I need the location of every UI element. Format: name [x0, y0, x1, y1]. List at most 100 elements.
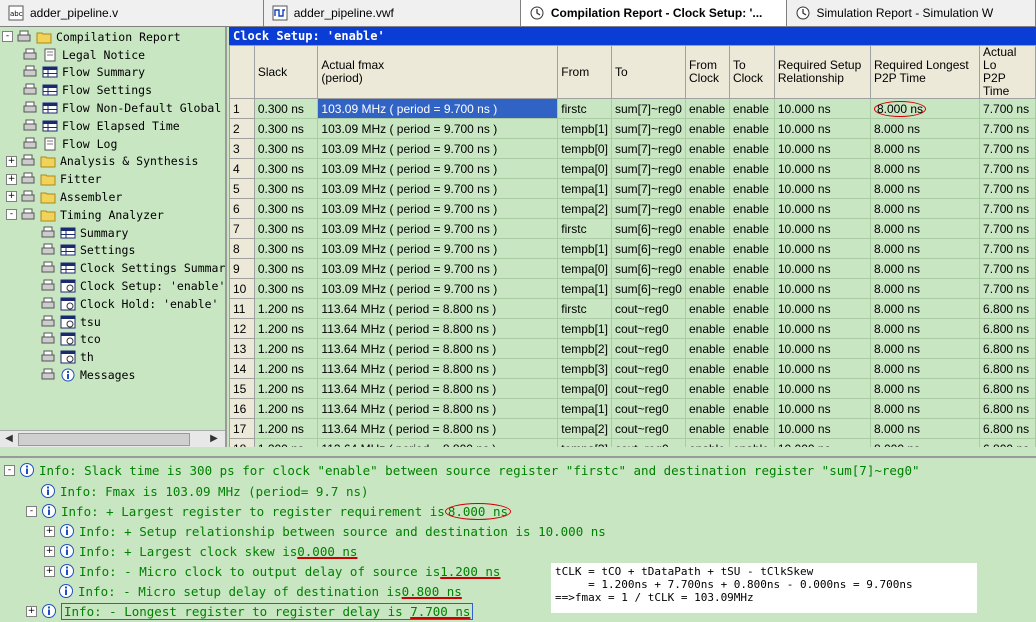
table-row[interactable]: 30.300 ns103.09 MHz ( period = 9.700 ns … — [230, 139, 1036, 159]
table-cell: 6.800 ns — [980, 419, 1036, 439]
tab-adder-pipeline-vwf[interactable]: adder_pipeline.vwf — [264, 0, 521, 26]
tree-horizontal-scrollbar[interactable]: ◀ ▶ — [0, 430, 225, 447]
message-line[interactable]: + Info: - Micro clock to output delay of… — [44, 561, 500, 581]
column-header[interactable]: From — [558, 46, 612, 99]
table-row[interactable]: 70.300 ns103.09 MHz ( period = 9.700 ns … — [230, 219, 1036, 239]
tree-item[interactable]: Settings — [40, 242, 135, 259]
table-cell: 6.800 ns — [980, 339, 1036, 359]
table-row[interactable]: 161.200 ns113.64 MHz ( period = 8.800 ns… — [230, 399, 1036, 419]
column-header[interactable]: Required LongestP2P Time — [870, 46, 979, 99]
collapse-icon[interactable]: - — [26, 506, 37, 517]
expand-icon[interactable]: + — [6, 156, 17, 167]
scroll-thumb[interactable] — [18, 433, 190, 446]
table-row[interactable]: 100.300 ns103.09 MHz ( period = 9.700 ns… — [230, 279, 1036, 299]
tab-simulation-report[interactable]: Simulation Report - Simulation W — [787, 0, 1036, 26]
message-line[interactable]: + Info: + Setup relationship between sou… — [44, 521, 606, 541]
tree-item-label: Flow Non-Default Global — [62, 101, 221, 115]
column-header[interactable]: Actual LoP2P Time — [980, 46, 1036, 99]
expand-icon[interactable]: + — [44, 526, 55, 537]
tree-item[interactable]: Messages — [40, 366, 135, 383]
scroll-left-icon[interactable]: ◀ — [2, 432, 16, 446]
table-row[interactable]: 151.200 ns113.64 MHz ( period = 8.800 ns… — [230, 379, 1036, 399]
message-text: Info: - Longest register to register del… — [64, 604, 410, 619]
column-header[interactable]: Required SetupRelationship — [774, 46, 870, 99]
table-row[interactable]: 20.300 ns103.09 MHz ( period = 9.700 ns … — [230, 119, 1036, 139]
collapse-icon[interactable]: - — [2, 31, 13, 42]
tree-item[interactable]: th — [40, 349, 94, 366]
table-cell: sum[7]~reg0 — [611, 159, 685, 179]
table-row[interactable]: 10.300 ns103.09 MHz ( period = 9.700 ns … — [230, 99, 1036, 119]
folder-icon — [40, 208, 56, 222]
tree-item[interactable]: -Timing Analyzer — [6, 206, 164, 223]
info-icon — [40, 483, 56, 499]
tree-item[interactable]: Summary — [40, 224, 128, 241]
tab-compilation-report[interactable]: Compilation Report - Clock Setup: '... — [521, 0, 787, 26]
tab-adder-pipeline-v[interactable]: abc adder_pipeline.v — [0, 0, 264, 26]
tree-item[interactable]: tsu — [40, 313, 101, 330]
table-icon — [60, 226, 76, 240]
table-cell: 103.09 MHz ( period = 9.700 ns ) — [318, 139, 558, 159]
column-header-label: P2P Time — [874, 72, 976, 85]
tree-item[interactable]: Flow Summary — [22, 64, 145, 81]
table-row[interactable]: 171.200 ns113.64 MHz ( period = 8.800 ns… — [230, 419, 1036, 439]
table-row[interactable]: 90.300 ns103.09 MHz ( period = 9.700 ns … — [230, 259, 1036, 279]
tree-item[interactable]: Legal Notice — [22, 46, 145, 63]
table-row[interactable]: 60.300 ns103.09 MHz ( period = 9.700 ns … — [230, 199, 1036, 219]
tree-item[interactable]: tco — [40, 331, 101, 348]
tree-item[interactable]: Clock Settings Summar — [40, 260, 225, 277]
table-cell: 8.000 ns — [870, 199, 979, 219]
message-text: Info: - Micro setup delay of destination… — [78, 584, 402, 599]
printer-icon — [20, 208, 36, 222]
message-line[interactable]: + Info: + Largest clock skew is 0.000 ns — [44, 541, 357, 561]
expand-icon[interactable]: + — [44, 566, 55, 577]
tree-item[interactable]: +Assembler — [6, 188, 122, 205]
tree-item[interactable]: Clock Setup: 'enable' — [40, 277, 225, 294]
tree-item[interactable]: Flow Elapsed Time — [22, 117, 180, 134]
tree-item[interactable]: +Fitter — [6, 171, 102, 188]
column-header[interactable]: ToClock — [729, 46, 774, 99]
expand-icon[interactable]: + — [26, 606, 37, 617]
table-row[interactable]: 111.200 ns113.64 MHz ( period = 8.800 ns… — [230, 299, 1036, 319]
table-row[interactable]: 80.300 ns103.09 MHz ( period = 9.700 ns … — [230, 239, 1036, 259]
table-cell: 10.000 ns — [774, 399, 870, 419]
table-row[interactable]: 131.200 ns113.64 MHz ( period = 8.800 ns… — [230, 339, 1036, 359]
table-row[interactable]: 141.200 ns113.64 MHz ( period = 8.800 ns… — [230, 359, 1036, 379]
column-header[interactable]: To — [611, 46, 685, 99]
tree-item[interactable]: Flow Non-Default Global — [22, 99, 221, 116]
tree-item[interactable]: Flow Settings — [22, 82, 152, 99]
table-row[interactable]: 121.200 ns113.64 MHz ( period = 8.800 ns… — [230, 319, 1036, 339]
tree-item-label: Flow Log — [62, 137, 117, 151]
tree-item[interactable]: Flow Log — [22, 135, 117, 152]
tree-root-compilation-report[interactable]: - Compilation Report — [2, 28, 181, 45]
table-icon — [42, 101, 58, 115]
expand-icon[interactable]: + — [44, 546, 55, 557]
formula-line: = 1.200ns + 7.700ns + 0.800ns - 0.000ns … — [555, 578, 973, 591]
table-cell: 113.64 MHz ( period = 8.800 ns ) — [318, 399, 558, 419]
message-line[interactable]: + Info: - Longest register to register d… — [26, 601, 473, 621]
message-line[interactable]: Info: - Micro setup delay of destination… — [58, 581, 462, 601]
column-header[interactable]: FromClock — [685, 46, 729, 99]
expand-icon[interactable]: + — [6, 174, 17, 185]
collapse-icon[interactable]: - — [6, 209, 17, 220]
column-header[interactable]: Actual fmax(period) — [318, 46, 558, 99]
tree-item[interactable]: +Analysis & Synthesis — [6, 153, 198, 170]
message-line[interactable]: - Info: + Largest register to register r… — [26, 501, 511, 521]
scroll-right-icon[interactable]: ▶ — [207, 432, 221, 446]
column-header[interactable]: Slack — [254, 46, 318, 99]
expand-icon[interactable]: + — [6, 191, 17, 202]
table-row[interactable]: 40.300 ns103.09 MHz ( period = 9.700 ns … — [230, 159, 1036, 179]
column-header[interactable] — [230, 46, 255, 99]
table-row[interactable]: 181.200 ns113.64 MHz ( period = 8.800 ns… — [230, 439, 1036, 448]
message-line[interactable]: Info: Fmax is 103.09 MHz (period= 9.7 ns… — [40, 481, 369, 501]
tree-item-label: Clock Hold: 'enable' — [80, 297, 218, 311]
table-icon — [60, 243, 76, 257]
table-cell: 0.300 ns — [254, 279, 318, 299]
simulation-icon — [795, 5, 811, 21]
table-cell: 6.800 ns — [980, 319, 1036, 339]
tree-item[interactable]: Clock Hold: 'enable' — [40, 295, 218, 312]
table-cell: 103.09 MHz ( period = 9.700 ns ) — [318, 219, 558, 239]
collapse-icon[interactable]: - — [4, 465, 15, 476]
table-row[interactable]: 50.300 ns103.09 MHz ( period = 9.700 ns … — [230, 179, 1036, 199]
message-line[interactable]: - Info: Slack time is 300 ps for clock "… — [4, 460, 920, 480]
clock-report-icon — [60, 332, 76, 346]
